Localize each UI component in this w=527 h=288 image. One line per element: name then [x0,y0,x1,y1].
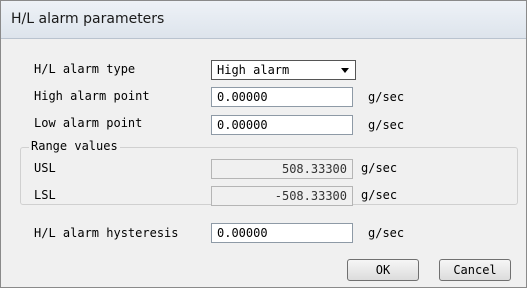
alarm-type-label: H/L alarm type [34,62,136,76]
low-alarm-point-label: Low alarm point [34,116,143,130]
lsl-value-field: -508.33300 [211,186,353,206]
hysteresis-label: H/L alarm hysteresis [34,226,179,240]
lsl-label: LSL [34,188,56,202]
high-alarm-point-unit: g/sec [368,90,405,104]
hysteresis-unit: g/sec [368,226,405,240]
low-alarm-point-input[interactable]: 0.00000 [211,115,353,135]
low-alarm-point-unit: g/sec [368,118,405,132]
range-values-title: Range values [29,139,120,153]
alarm-type-select[interactable]: High alarm [211,60,356,80]
high-alarm-point-input[interactable]: 0.00000 [211,87,353,107]
title-bar: H/L alarm parameters [1,1,526,39]
cancel-button[interactable]: Cancel [439,259,511,281]
high-alarm-point-label: High alarm point [34,89,150,103]
dialog-window: H/L alarm parameters H/L alarm type High… [0,0,527,288]
lsl-unit: g/sec [361,188,398,202]
usl-label: USL [34,161,56,175]
ok-button[interactable]: OK [347,259,419,281]
chevron-down-icon [341,68,349,73]
dialog-title: H/L alarm parameters [11,11,165,27]
usl-unit: g/sec [361,161,398,175]
hysteresis-input[interactable]: 0.00000 [211,223,353,243]
alarm-type-value: High alarm [217,63,290,77]
usl-value-field: 508.33300 [211,159,353,179]
